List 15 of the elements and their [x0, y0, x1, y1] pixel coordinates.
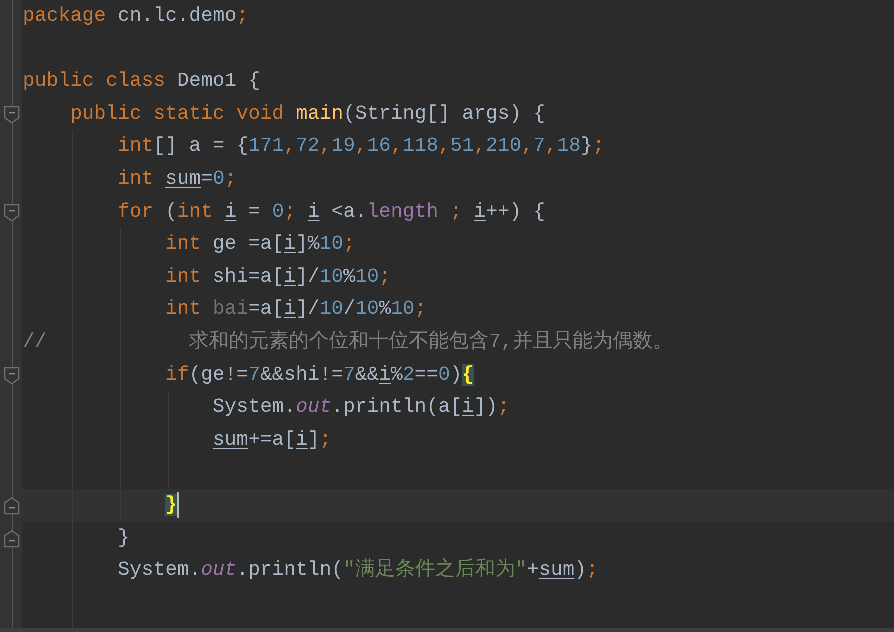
code-line: public static void main(String[] args) {: [69, 102, 546, 125]
code-line: for (int i = 0; i <a.length ; i++) {: [116, 200, 546, 223]
code-line: System.out.println("满足条件之后和为"+sum);: [116, 559, 599, 582]
code-line: }: [116, 526, 130, 548]
code-line: int bai=a[i]/10/10%10;: [164, 298, 427, 320]
code-line: if(ge!=7&&shi!=7&&i%2==0){: [164, 364, 474, 386]
code-line: System.out.println(a[i]);: [212, 396, 510, 418]
code-line: int ge =a[i]%10;: [164, 233, 356, 256]
code-line: package cn.lc.demo;: [23, 5, 249, 27]
code-line: int[] a = {171,72,19,16,118,51,210,7,18};: [116, 135, 605, 158]
code-line: sum+=a[i];: [212, 428, 332, 451]
code-line: public class Demo1 {: [23, 70, 260, 92]
code-line: int shi=a[i]/10%10;: [164, 266, 392, 288]
code-line: int sum=0;: [116, 168, 237, 190]
code-comment: // 求和的元素的个位和十位不能包含7,并且只能为偶数。: [23, 330, 673, 353]
